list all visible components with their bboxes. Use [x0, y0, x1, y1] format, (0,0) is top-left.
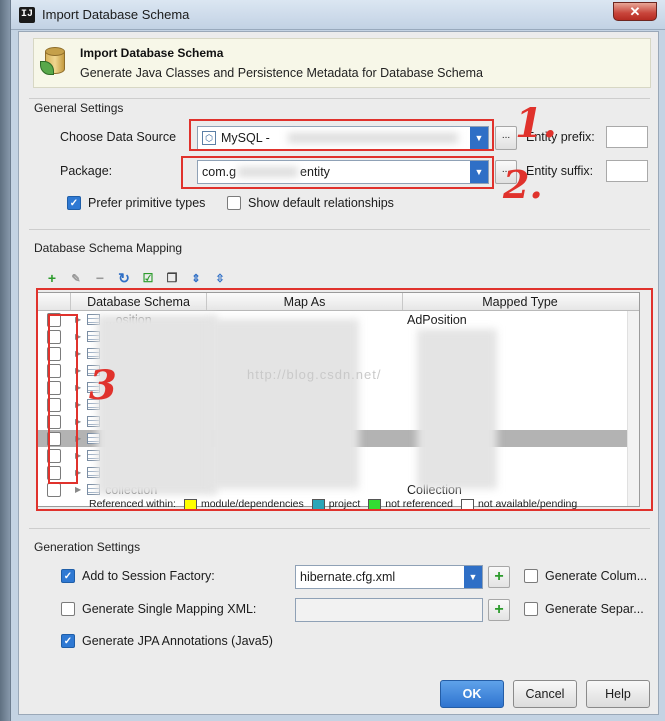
checkbox-check-icon[interactable]: ✓: [61, 634, 75, 648]
generate-column-checkbox[interactable]: Generate Colum...: [524, 569, 647, 583]
refresh-icon[interactable]: ↻: [117, 270, 131, 286]
edit-icon[interactable]: ✎: [69, 271, 83, 285]
cancel-button[interactable]: Cancel: [513, 680, 577, 708]
ok-button[interactable]: OK: [440, 680, 504, 708]
add-icon[interactable]: +: [45, 270, 59, 286]
help-button[interactable]: Help: [586, 680, 650, 708]
checkbox-box[interactable]: [524, 602, 538, 616]
session-factory-value: hibernate.cfg.xml: [300, 570, 396, 584]
checkbox-box[interactable]: [61, 602, 75, 616]
prefer-primitive-label: Prefer primitive types: [88, 196, 206, 210]
single-mapping-checkbox[interactable]: Generate Single Mapping XML:: [61, 602, 256, 616]
header-title: Import Database Schema: [80, 46, 224, 60]
expand-icon[interactable]: ⇕: [189, 271, 203, 285]
dialog-window: IJ Import Database Schema ✕ Import Datab…: [10, 0, 665, 721]
annotation-number-two: 2.: [503, 162, 543, 207]
data-source-more-button[interactable]: ...: [495, 126, 517, 150]
entity-suffix-input[interactable]: [606, 160, 648, 182]
annotation-box-package: [181, 156, 494, 189]
session-factory-combo[interactable]: hibernate.cfg.xml ▼: [295, 565, 483, 589]
remove-icon[interactable]: −: [93, 270, 107, 286]
session-factory-label: Add to Session Factory:: [82, 569, 215, 583]
single-mapping-label: Generate Single Mapping XML:: [82, 602, 257, 616]
generate-separate-checkbox[interactable]: Generate Separ...: [524, 602, 644, 616]
session-factory-checkbox[interactable]: ✓ Add to Session Factory:: [61, 569, 215, 583]
schema-mapping-label: Database Schema Mapping: [34, 241, 183, 255]
jpa-annotations-label: Generate JPA Annotations (Java5): [82, 634, 273, 648]
divider: [29, 229, 650, 230]
checkbox-box[interactable]: [227, 196, 241, 210]
mapping-toolbar: + ✎ − ↻ ☑ ❐ ⇕ ⇳: [45, 269, 227, 287]
annotation-number-three: 3: [89, 362, 117, 409]
annotation-box-data-source: [189, 119, 494, 151]
close-button[interactable]: ✕: [613, 2, 657, 21]
show-relationships-label: Show default relationships: [248, 196, 394, 210]
annotation-box-table: [36, 288, 653, 511]
title-bar: IJ Import Database Schema: [11, 0, 665, 30]
check-all-icon[interactable]: ☑: [141, 271, 155, 285]
intellij-icon: IJ: [19, 6, 35, 23]
dialog-content: Import Database Schema Generate Java Cla…: [18, 31, 659, 715]
divider: [29, 98, 650, 99]
checkbox-check-icon[interactable]: ✓: [61, 569, 75, 583]
generate-separate-label: Generate Separ...: [545, 602, 644, 616]
entity-prefix-input[interactable]: [606, 126, 648, 148]
copy-icon[interactable]: ❐: [165, 271, 179, 285]
generate-column-label: Generate Colum...: [545, 569, 648, 583]
data-source-label: Choose Data Source: [60, 130, 177, 144]
divider: [29, 528, 650, 529]
header-panel: Import Database Schema Generate Java Cla…: [33, 38, 651, 88]
database-icon: [40, 47, 68, 79]
add-session-factory-button[interactable]: +: [488, 566, 510, 588]
annotation-number-one: 1.: [515, 100, 557, 147]
add-mapping-button[interactable]: +: [488, 599, 510, 621]
window-title: Import Database Schema: [42, 7, 190, 22]
show-relationships-checkbox[interactable]: Show default relationships: [227, 196, 394, 210]
annotation-box-checkboxes: [48, 314, 78, 484]
header-subtitle: Generate Java Classes and Persistence Me…: [80, 66, 483, 80]
collapse-icon[interactable]: ⇳: [213, 271, 227, 285]
prefer-primitive-checkbox[interactable]: ✓ Prefer primitive types: [67, 196, 205, 210]
jpa-annotations-checkbox[interactable]: ✓ Generate JPA Annotations (Java5): [61, 634, 273, 648]
generation-settings-label: Generation Settings: [34, 540, 141, 554]
general-settings-label: General Settings: [34, 101, 124, 115]
chevron-down-icon[interactable]: ▼: [464, 566, 482, 588]
single-mapping-input[interactable]: [295, 598, 483, 622]
checkbox-box[interactable]: [524, 569, 538, 583]
package-label: Package:: [60, 164, 113, 178]
checkbox-check-icon[interactable]: ✓: [67, 196, 81, 210]
